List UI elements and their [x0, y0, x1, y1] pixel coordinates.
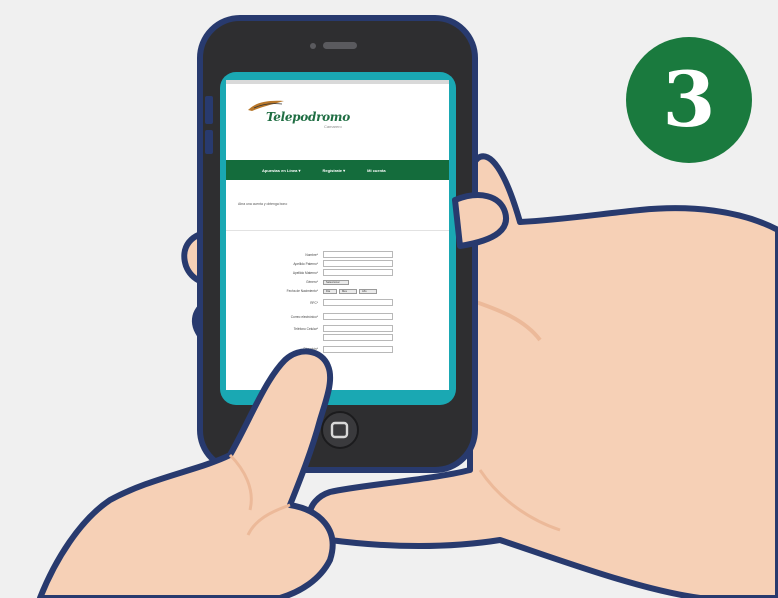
- step-number: 3: [662, 55, 716, 144]
